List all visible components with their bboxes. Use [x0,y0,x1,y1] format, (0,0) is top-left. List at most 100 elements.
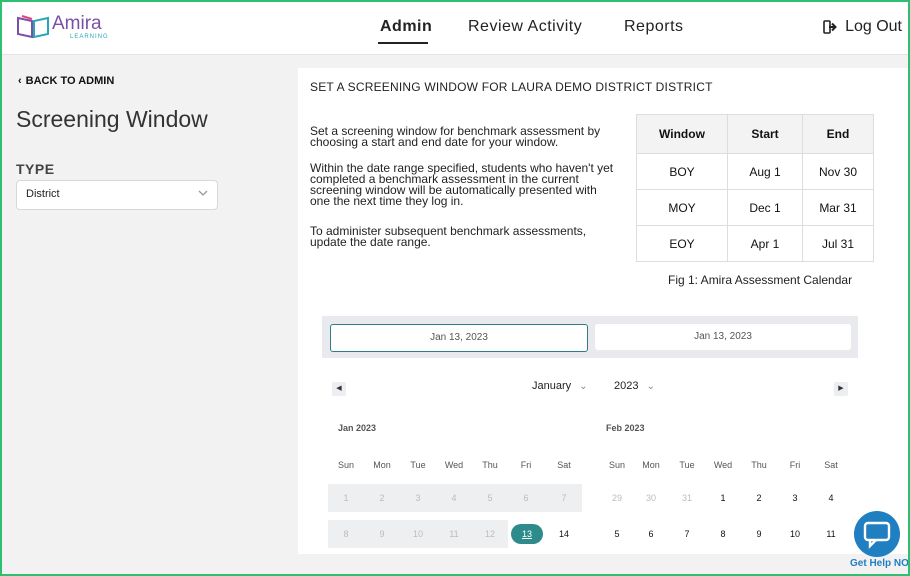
info-paragraph: Within the date range specified, student… [310,161,614,208]
calendar-day[interactable]: 1 [705,486,741,510]
logout-icon [823,20,837,34]
dow-label: Sat [557,460,571,470]
calendar-day: 6 [523,493,529,503]
chevron-down-icon: ⌄ [579,381,588,392]
calendar-day[interactable]: 5 [599,522,635,546]
right-month-title: Feb 2023 [606,423,645,433]
dow-label: Fri [520,460,532,470]
dow-label: Mon [642,460,660,470]
chevron-down-icon: ⌄ [646,381,655,392]
calendar-day: 31 [681,493,692,503]
triangle-right-icon: ▶ [838,385,844,392]
left-month-title: Jan 2023 [338,423,377,433]
calendar-day[interactable]: 2 [741,486,777,510]
chevron-down-icon [198,190,208,196]
end-date-input[interactable]: Jan 13, 2023 [595,324,851,350]
intro-paragraph: Set a screening window for benchmark ass… [310,124,601,149]
calendar-day: 7 [561,493,567,503]
dow-label: Mon [373,460,391,470]
calendar-day: 11 [449,529,459,539]
table-header: Window [636,114,728,154]
chevron-left-icon: ‹ [18,75,22,87]
amira-logo[interactable]: Amira LEARNING [16,13,108,43]
update-paragraph: To administer subsequent benchmark asses… [310,224,587,249]
table-cell: Jul 31 [802,225,874,262]
open-book-icon [17,15,49,39]
table-header-row: Window Start End [636,114,874,154]
table-cell: Aug 1 [727,153,803,190]
table-cell: Apr 1 [727,225,803,262]
page-title: Screening Window [16,106,208,132]
table-row: BOY Aug 1 Nov 30 [636,153,874,190]
dow-label: Sat [824,460,838,470]
top-navigation-bar: Amira LEARNING Admin Review Activity Rep… [2,2,908,55]
calendar-day[interactable]: 7 [669,522,705,546]
date-range-bar: Jan 13, 2023 Jan 13, 2023 [322,316,858,358]
calendar-day: 9 [379,529,385,539]
calendar-day: 30 [645,493,656,503]
month-value: January [532,380,572,392]
app-window: Amira LEARNING Admin Review Activity Rep… [0,0,910,576]
dow-label: Wed [713,460,733,470]
screening-window-card: SET A SCREENING WINDOW FOR LAURA DEMO DI… [298,68,908,554]
dow-label: Fri [789,460,801,470]
dow-label: Thu [751,460,767,470]
get-help-button[interactable] [848,510,906,565]
logo-subtext: LEARNING [70,34,109,40]
nav-admin[interactable]: Admin [380,18,432,36]
calendar-day[interactable]: 10 [777,522,813,546]
dow-label: Thu [482,460,498,470]
dow-label: Sun [337,460,354,470]
calendar-day: 1 [343,493,349,503]
calendar-day[interactable]: 14 [546,522,582,546]
table-cell: MOY [636,189,728,226]
calendar-day[interactable]: 4 [813,486,849,510]
nav-reports[interactable]: Reports [624,18,684,36]
calendar-day: 4 [451,493,457,503]
calendar-day[interactable]: 9 [741,522,777,546]
calendar-day: 29 [611,493,622,503]
table-cell: Dec 1 [727,189,803,226]
table-row: EOY Apr 1 Jul 31 [636,225,874,262]
dow-label: Wed [444,460,464,470]
table-header: End [802,114,874,154]
year-select[interactable]: 2023 ⌄ [614,380,655,392]
assessment-calendar-table: Window Start End BOY Aug 1 Nov 30 MOY De… [636,114,874,262]
table-caption: Fig 1: Amira Assessment Calendar [668,273,853,287]
chat-bubble-icon [854,511,900,557]
back-label: BACK TO ADMIN [25,75,115,87]
start-date-input[interactable]: Jan 13, 2023 [330,324,588,352]
logout-button[interactable]: Log Out [823,18,902,36]
dow-label: Sun [608,460,625,470]
nav-review-activity[interactable]: Review Activity [468,18,582,36]
selected-day[interactable]: 13 [511,524,543,544]
logo-text: Amira [52,13,102,34]
calendar-day: 8 [343,529,349,539]
calendar-day[interactable]: 3 [777,486,813,510]
calendar-day: 5 [487,493,493,503]
table-row: MOY Dec 1 Mar 31 [636,189,874,226]
calendar-day: 2 [379,493,385,503]
back-to-admin-link[interactable]: ‹ BACK TO ADMIN [18,75,114,87]
prev-month-button[interactable]: ◀ [332,382,346,396]
get-help-label[interactable]: Get Help NOW [850,558,908,569]
table-cell: Mar 31 [802,189,874,226]
year-value: 2023 [614,380,639,392]
type-label: TYPE [16,161,55,177]
dow-label: Tue [410,460,426,470]
table-cell: EOY [636,225,728,262]
nav-active-underline [378,42,428,44]
calendar-day: 3 [415,493,421,503]
card-heading: SET A SCREENING WINDOW FOR LAURA DEMO DI… [310,80,713,94]
next-month-button[interactable]: ▶ [834,382,848,396]
table-cell: Nov 30 [802,153,874,190]
month-select[interactable]: January ⌄ [532,380,588,392]
type-select[interactable]: District [16,180,218,210]
calendar-day[interactable]: 8 [705,522,741,546]
table-cell: BOY [636,153,728,190]
calendar-day: 12 [484,529,495,539]
triangle-left-icon: ◀ [336,385,342,392]
calendar-day[interactable]: 6 [633,522,669,546]
calendar-day[interactable]: 11 [813,522,849,546]
calendar-day: 10 [412,529,423,539]
